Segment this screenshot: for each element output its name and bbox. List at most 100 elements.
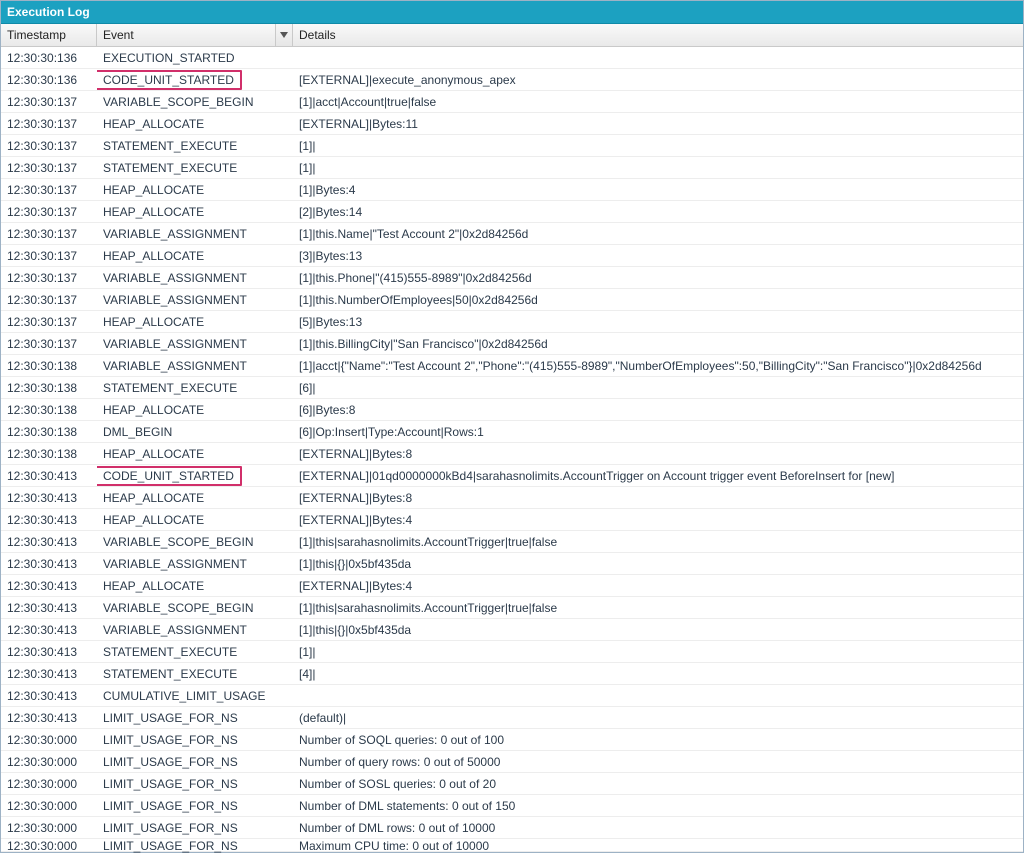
- cell-timestamp: 12:30:30:137: [1, 249, 97, 263]
- cell-event: HEAP_ALLOCATE: [97, 205, 293, 219]
- cell-details: [1]|this|{}|0x5bf435da: [293, 557, 1023, 571]
- table-row[interactable]: 12:30:30:137HEAP_ALLOCATE[2]|Bytes:14: [1, 201, 1023, 223]
- cell-details: [1]|this|{}|0x5bf435da: [293, 623, 1023, 637]
- cell-timestamp: 12:30:30:000: [1, 839, 97, 853]
- cell-details: [1]|this.BillingCity|"San Francisco"|0x2…: [293, 337, 1023, 351]
- cell-timestamp: 12:30:30:413: [1, 557, 97, 571]
- cell-details: [1]|this|sarahasnolimits.AccountTrigger|…: [293, 535, 1023, 549]
- table-row[interactable]: 12:30:30:137VARIABLE_ASSIGNMENT[1]|this.…: [1, 289, 1023, 311]
- table-row[interactable]: 12:30:30:136CODE_UNIT_STARTED[EXTERNAL]|…: [1, 69, 1023, 91]
- cell-timestamp: 12:30:30:000: [1, 777, 97, 791]
- cell-event: STATEMENT_EXECUTE: [97, 161, 293, 175]
- cell-details: Number of query rows: 0 out of 50000: [293, 755, 1023, 769]
- column-header-timestamp[interactable]: Timestamp: [1, 24, 97, 46]
- table-row[interactable]: 12:30:30:000LIMIT_USAGE_FOR_NSNumber of …: [1, 751, 1023, 773]
- table-row[interactable]: 12:30:30:000LIMIT_USAGE_FOR_NSNumber of …: [1, 795, 1023, 817]
- cell-details: [1]|: [293, 645, 1023, 659]
- cell-event: VARIABLE_SCOPE_BEGIN: [97, 535, 293, 549]
- table-row[interactable]: 12:30:30:413HEAP_ALLOCATE[EXTERNAL]|Byte…: [1, 575, 1023, 597]
- table-row[interactable]: 12:30:30:137VARIABLE_SCOPE_BEGIN[1]|acct…: [1, 91, 1023, 113]
- cell-details: [EXTERNAL]|Bytes:8: [293, 447, 1023, 461]
- table-row[interactable]: 12:30:30:413HEAP_ALLOCATE[EXTERNAL]|Byte…: [1, 487, 1023, 509]
- table-row[interactable]: 12:30:30:413VARIABLE_SCOPE_BEGIN[1]|this…: [1, 597, 1023, 619]
- table-row[interactable]: 12:30:30:413VARIABLE_ASSIGNMENT[1]|this|…: [1, 619, 1023, 641]
- column-header-event[interactable]: Event: [97, 24, 293, 46]
- cell-event: LIMIT_USAGE_FOR_NS: [97, 799, 293, 813]
- cell-timestamp: 12:30:30:413: [1, 623, 97, 637]
- table-row[interactable]: 12:30:30:413VARIABLE_ASSIGNMENT[1]|this|…: [1, 553, 1023, 575]
- cell-event: HEAP_ALLOCATE: [97, 183, 293, 197]
- cell-timestamp: 12:30:30:413: [1, 645, 97, 659]
- table-row[interactable]: 12:30:30:413CODE_UNIT_STARTED [EXTERNAL]|…: [1, 465, 1023, 487]
- cell-event: EXECUTION_STARTED: [97, 51, 293, 65]
- table-row[interactable]: 12:30:30:138HEAP_ALLOCATE[6]|Bytes:8: [1, 399, 1023, 421]
- cell-event: HEAP_ALLOCATE: [97, 249, 293, 263]
- cell-event: LIMIT_USAGE_FOR_NS: [97, 777, 293, 791]
- cell-event: HEAP_ALLOCATE: [97, 579, 293, 593]
- cell-details: [5]|Bytes:13: [293, 315, 1023, 329]
- cell-details: [EXTERNAL]|Bytes:4: [293, 579, 1023, 593]
- table-row[interactable]: 12:30:30:137VARIABLE_ASSIGNMENT[1]|this.…: [1, 333, 1023, 355]
- column-header-details[interactable]: Details: [293, 24, 1023, 46]
- table-row[interactable]: 12:30:30:137HEAP_ALLOCATE[1]|Bytes:4: [1, 179, 1023, 201]
- cell-timestamp: 12:30:30:000: [1, 799, 97, 813]
- cell-timestamp: 12:30:30:413: [1, 513, 97, 527]
- cell-timestamp: 12:30:30:413: [1, 711, 97, 725]
- table-row[interactable]: 12:30:30:138VARIABLE_ASSIGNMENT[1]|acct|…: [1, 355, 1023, 377]
- cell-details: [3]|Bytes:13: [293, 249, 1023, 263]
- cell-details: [1]|this.NumberOfEmployees|50|0x2d84256d: [293, 293, 1023, 307]
- cell-timestamp: 12:30:30:138: [1, 403, 97, 417]
- table-row[interactable]: 12:30:30:413STATEMENT_EXECUTE[4]|: [1, 663, 1023, 685]
- table-row[interactable]: 12:30:30:413STATEMENT_EXECUTE[1]|: [1, 641, 1023, 663]
- column-menu-trigger[interactable]: [275, 24, 292, 46]
- table-row[interactable]: 12:30:30:413HEAP_ALLOCATE[EXTERNAL]|Byte…: [1, 509, 1023, 531]
- cell-event: VARIABLE_ASSIGNMENT: [97, 359, 293, 373]
- cell-timestamp: 12:30:30:137: [1, 337, 97, 351]
- table-row[interactable]: 12:30:30:138HEAP_ALLOCATE[EXTERNAL]|Byte…: [1, 443, 1023, 465]
- cell-timestamp: 12:30:30:138: [1, 425, 97, 439]
- cell-event: HEAP_ALLOCATE: [97, 315, 293, 329]
- cell-event: HEAP_ALLOCATE: [97, 513, 293, 527]
- table-row[interactable]: 12:30:30:137STATEMENT_EXECUTE[1]|: [1, 135, 1023, 157]
- table-row[interactable]: 12:30:30:138STATEMENT_EXECUTE[6]|: [1, 377, 1023, 399]
- table-row[interactable]: 12:30:30:138DML_BEGIN[6]|Op:Insert|Type:…: [1, 421, 1023, 443]
- cell-timestamp: 12:30:30:413: [1, 579, 97, 593]
- cell-details: [EXTERNAL]|execute_anonymous_apex: [293, 73, 1023, 87]
- highlighted-event: CODE_UNIT_STARTED: [97, 466, 242, 486]
- cell-timestamp: 12:30:30:413: [1, 469, 97, 483]
- cell-event: LIMIT_USAGE_FOR_NS: [97, 733, 293, 747]
- cell-event: HEAP_ALLOCATE: [97, 491, 293, 505]
- table-row[interactable]: 12:30:30:413CUMULATIVE_LIMIT_USAGE: [1, 685, 1023, 707]
- cell-timestamp: 12:30:30:137: [1, 139, 97, 153]
- cell-event: HEAP_ALLOCATE: [97, 447, 293, 461]
- column-header-details-label: Details: [299, 28, 336, 42]
- table-row[interactable]: 12:30:30:000LIMIT_USAGE_FOR_NSNumber of …: [1, 729, 1023, 751]
- column-header-timestamp-label: Timestamp: [7, 28, 66, 42]
- table-row[interactable]: 12:30:30:000LIMIT_USAGE_FOR_NSMaximum CP…: [1, 839, 1023, 852]
- table-row[interactable]: 12:30:30:000LIMIT_USAGE_FOR_NSNumber of …: [1, 817, 1023, 839]
- table-row[interactable]: 12:30:30:137HEAP_ALLOCATE[5]|Bytes:13: [1, 311, 1023, 333]
- cell-details: Number of SOQL queries: 0 out of 100: [293, 733, 1023, 747]
- cell-event: VARIABLE_SCOPE_BEGIN: [97, 601, 293, 615]
- table-row[interactable]: 12:30:30:137HEAP_ALLOCATE[3]|Bytes:13: [1, 245, 1023, 267]
- table-row[interactable]: 12:30:30:136EXECUTION_STARTED: [1, 47, 1023, 69]
- cell-details: [EXTERNAL]|01qd0000000kBd4|sarahasnolimi…: [293, 469, 1023, 483]
- table-row[interactable]: 12:30:30:137VARIABLE_ASSIGNMENT[1]|this.…: [1, 223, 1023, 245]
- grid-body: 12:30:30:136EXECUTION_STARTED12:30:30:13…: [1, 47, 1023, 852]
- table-row[interactable]: 12:30:30:137VARIABLE_ASSIGNMENT[1]|this.…: [1, 267, 1023, 289]
- cell-event: VARIABLE_ASSIGNMENT: [97, 271, 293, 285]
- table-row[interactable]: 12:30:30:137STATEMENT_EXECUTE[1]|: [1, 157, 1023, 179]
- table-row[interactable]: 12:30:30:137HEAP_ALLOCATE[EXTERNAL]|Byte…: [1, 113, 1023, 135]
- cell-details: [1]|this|sarahasnolimits.AccountTrigger|…: [293, 601, 1023, 615]
- execution-log-panel: Execution Log Timestamp Event Details 12…: [0, 0, 1024, 853]
- table-row[interactable]: 12:30:30:000LIMIT_USAGE_FOR_NSNumber of …: [1, 773, 1023, 795]
- cell-event: CODE_UNIT_STARTED: [97, 70, 293, 90]
- cell-event: CODE_UNIT_STARTED: [97, 466, 293, 486]
- table-row[interactable]: 12:30:30:413LIMIT_USAGE_FOR_NS(default)|: [1, 707, 1023, 729]
- cell-event: LIMIT_USAGE_FOR_NS: [97, 821, 293, 835]
- cell-details: [1]|this.Name|"Test Account 2"|0x2d84256…: [293, 227, 1023, 241]
- cell-timestamp: 12:30:30:138: [1, 359, 97, 373]
- cell-timestamp: 12:30:30:000: [1, 733, 97, 747]
- table-row[interactable]: 12:30:30:413VARIABLE_SCOPE_BEGIN[1]|this…: [1, 531, 1023, 553]
- cell-details: Number of SOSL queries: 0 out of 20: [293, 777, 1023, 791]
